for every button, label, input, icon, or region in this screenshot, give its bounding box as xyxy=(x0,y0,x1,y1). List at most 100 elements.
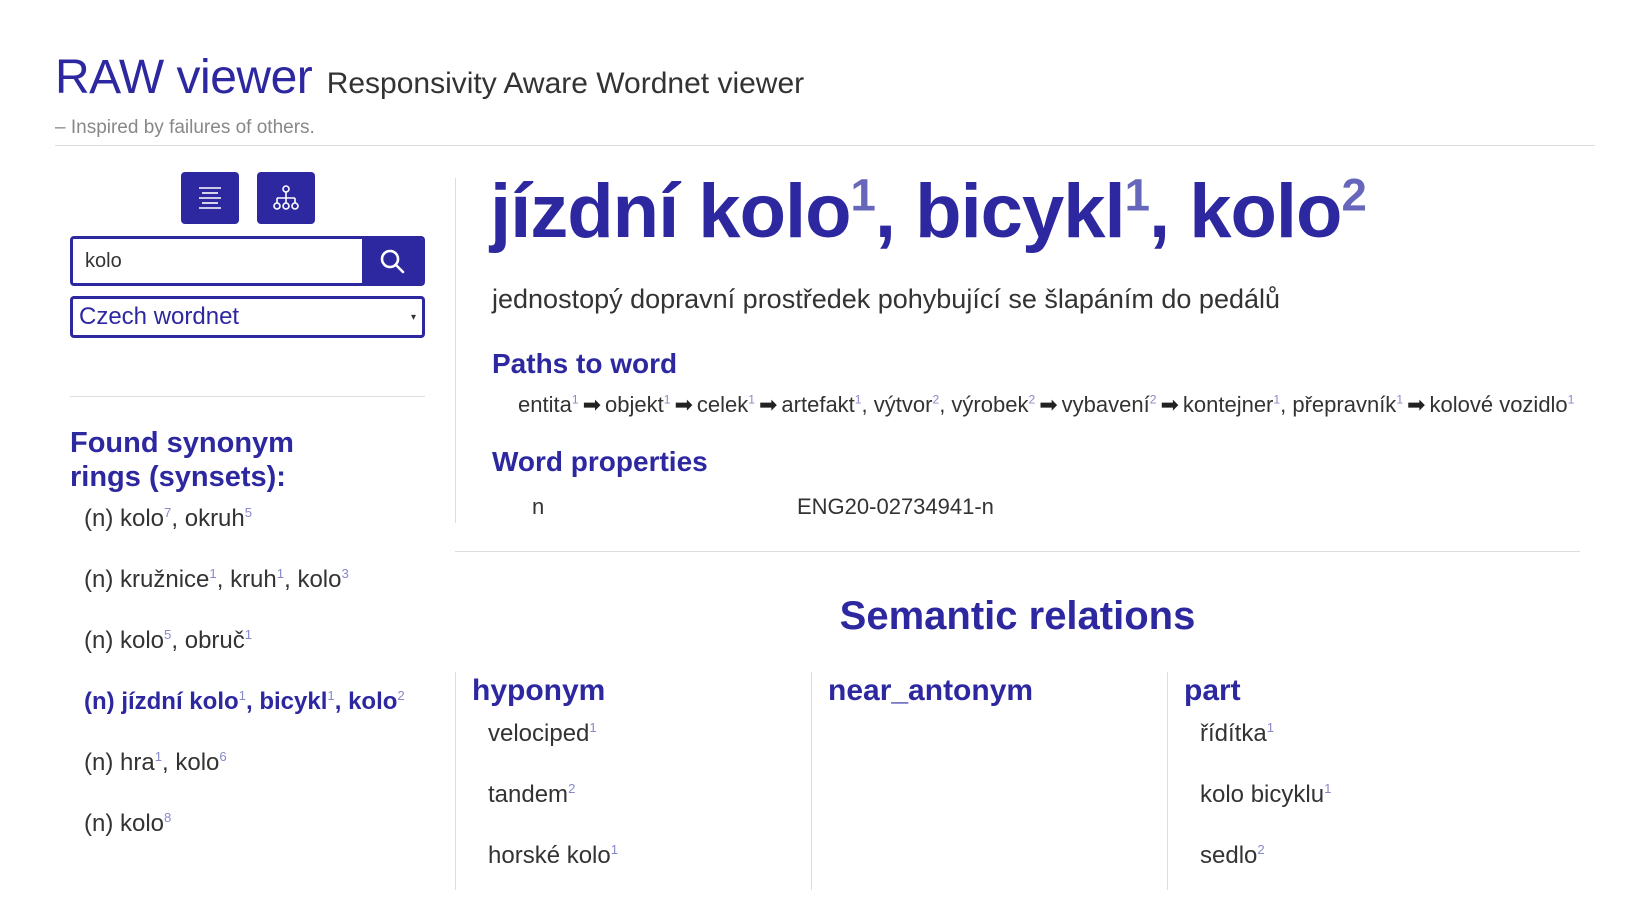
title-word[interactable]: jízdní kolo1 xyxy=(490,169,876,254)
sense-number: 5 xyxy=(164,627,172,642)
arrow-right-icon: ➡ xyxy=(758,392,778,417)
path-word[interactable]: výrobek2 xyxy=(951,392,1035,417)
relation-item[interactable]: kolo bicyklu1 xyxy=(1200,781,1527,842)
header-divider xyxy=(55,145,1595,146)
relation-column-part: part řídítka1 kolo bicyklu1 sedlo2 xyxy=(1167,672,1527,890)
synset-item[interactable]: (n) hra1, kolo6 xyxy=(84,749,405,810)
search-button[interactable] xyxy=(362,239,422,283)
synset-word[interactable]: kolo3 xyxy=(297,566,348,593)
synset-definition: jednostopý dopravní prostředek pohybujíc… xyxy=(492,284,1281,314)
path-word[interactable]: entita1 xyxy=(518,392,579,417)
sense-number: 1 xyxy=(1396,392,1404,407)
relation-title: part xyxy=(1184,674,1241,707)
relation-word[interactable]: sedlo2 xyxy=(1200,842,1265,869)
synset-word[interactable]: okruh5 xyxy=(185,505,252,532)
app-title: RAW viewer xyxy=(55,51,313,104)
title-word[interactable]: bicykl1 xyxy=(915,169,1150,254)
sense-number: 2 xyxy=(568,781,576,796)
sense-number: 1 xyxy=(589,720,597,735)
synset-word[interactable]: kolo7 xyxy=(120,505,171,532)
relation-word[interactable]: velociped1 xyxy=(488,720,597,747)
synset-word[interactable]: kolo5 xyxy=(120,627,171,654)
search-input[interactable] xyxy=(73,239,362,283)
synset-word[interactable]: kolo8 xyxy=(120,810,171,837)
path-word[interactable]: kontejner1 xyxy=(1183,392,1280,417)
synset-word[interactable]: jízdní kolo1 xyxy=(121,688,246,715)
arrow-right-icon: ➡ xyxy=(1407,392,1426,417)
synset-word[interactable]: kolo6 xyxy=(175,749,226,776)
synset-item-active[interactable]: (n) jízdní kolo1, bicykl1, kolo2 xyxy=(84,688,405,749)
synset-pos: (n) xyxy=(84,688,122,715)
relation-item[interactable]: sedlo2 xyxy=(1200,842,1527,903)
property-id: ENG20-02734941-n xyxy=(797,494,994,519)
sense-number: 1 xyxy=(854,392,862,407)
relation-item[interactable]: řídítka1 xyxy=(1200,720,1527,781)
wordnet-select[interactable]: Czech wordnet ▾ xyxy=(70,296,425,338)
path-node: celek1 xyxy=(697,392,755,417)
hypernym-path: entita1 ➡ objekt1 ➡ celek1 ➡ artefakt1, výtvor… xyxy=(518,392,1574,418)
sense-number: 1 xyxy=(327,688,335,703)
relation-column-near_antonym: near_antonym xyxy=(811,672,1171,890)
app-header: RAW viewer Responsivity Aware Wordnet vi… xyxy=(55,50,1595,105)
synset-word[interactable]: hra1 xyxy=(120,749,162,776)
sense-number: 6 xyxy=(219,749,227,764)
sense-number: 2 xyxy=(397,688,405,703)
tree-icon xyxy=(272,185,299,210)
property-pos: n xyxy=(532,494,545,519)
synset-item[interactable]: (n) kolo8 xyxy=(84,810,405,871)
relation-list: řídítka1 kolo bicyklu1 sedlo2 xyxy=(1184,720,1527,903)
sense-number: 1 xyxy=(1324,781,1332,796)
sidebar-main-divider xyxy=(455,178,456,523)
path-word[interactable]: objekt1 xyxy=(605,392,670,417)
sense-number: 2 xyxy=(1149,392,1157,407)
path-word[interactable]: artefakt1 xyxy=(781,392,861,417)
chevron-down-icon: ▾ xyxy=(410,311,416,323)
path-word[interactable]: výtvor2 xyxy=(874,392,939,417)
arrow-right-icon: ➡ xyxy=(1039,392,1058,417)
synset-word[interactable]: bicykl1 xyxy=(259,688,334,715)
title-word[interactable]: kolo2 xyxy=(1189,169,1367,254)
sense-number: 1 xyxy=(748,392,755,407)
synset-pos: (n) xyxy=(84,627,120,654)
path-word[interactable]: kolové vozidlo1 xyxy=(1429,392,1574,417)
synset-pos: (n) xyxy=(84,749,120,776)
tree-view-button[interactable] xyxy=(256,172,315,224)
relation-word[interactable]: horské kolo1 xyxy=(488,842,618,869)
sense-number: 1 xyxy=(1273,392,1281,407)
synset-word[interactable]: kruh1 xyxy=(230,566,284,593)
path-word[interactable]: přepravník1 xyxy=(1292,392,1403,417)
sense-number: 7 xyxy=(164,505,172,520)
path-node: entita1 xyxy=(518,392,579,417)
synset-pos: (n) xyxy=(84,810,120,837)
relation-column-hyponym: hyponym velociped1 tandem2 horské kolo1 xyxy=(455,672,815,890)
relation-item[interactable]: velociped1 xyxy=(488,720,815,781)
synset-word[interactable]: kružnice1 xyxy=(120,566,217,593)
main-divider xyxy=(455,551,1580,552)
sidebar-divider xyxy=(70,396,425,397)
list-view-button[interactable] xyxy=(180,172,239,224)
arrow-right-icon: ➡ xyxy=(674,392,693,417)
synset-item[interactable]: (n) kolo5, obruč1 xyxy=(84,627,405,688)
synset-pos: (n) xyxy=(84,505,120,532)
synset-word[interactable]: kolo2 xyxy=(348,688,405,715)
properties-title: Word properties xyxy=(492,446,708,477)
relation-item[interactable]: horské kolo1 xyxy=(488,842,815,903)
sense-number: 2 xyxy=(1028,392,1036,407)
sense-number: 1 xyxy=(1567,392,1575,407)
relation-word[interactable]: kolo bicyklu1 xyxy=(1200,781,1331,808)
synset-item[interactable]: (n) kružnice1, kruh1, kolo3 xyxy=(84,566,405,627)
sense-number: 1 xyxy=(571,392,579,407)
arrow-right-icon: ➡ xyxy=(1160,392,1179,417)
relation-word[interactable]: tandem2 xyxy=(488,781,575,808)
path-word[interactable]: celek1 xyxy=(697,392,755,417)
relation-word[interactable]: řídítka1 xyxy=(1200,720,1274,747)
synset-pos: (n) xyxy=(84,566,120,593)
synset-word[interactable]: obruč1 xyxy=(185,627,252,654)
path-word[interactable]: vybavení2 xyxy=(1062,392,1157,417)
synset-item[interactable]: (n) kolo7, okruh5 xyxy=(84,505,405,566)
sidebar: Czech wordnet ▾ Found synonym rings (syn… xyxy=(70,172,425,493)
relation-item[interactable]: tandem2 xyxy=(488,781,815,842)
sense-number: 1 xyxy=(1266,720,1275,735)
paths-title: Paths to word xyxy=(492,348,678,379)
tagline: – Inspired by failures of others. xyxy=(55,117,315,138)
